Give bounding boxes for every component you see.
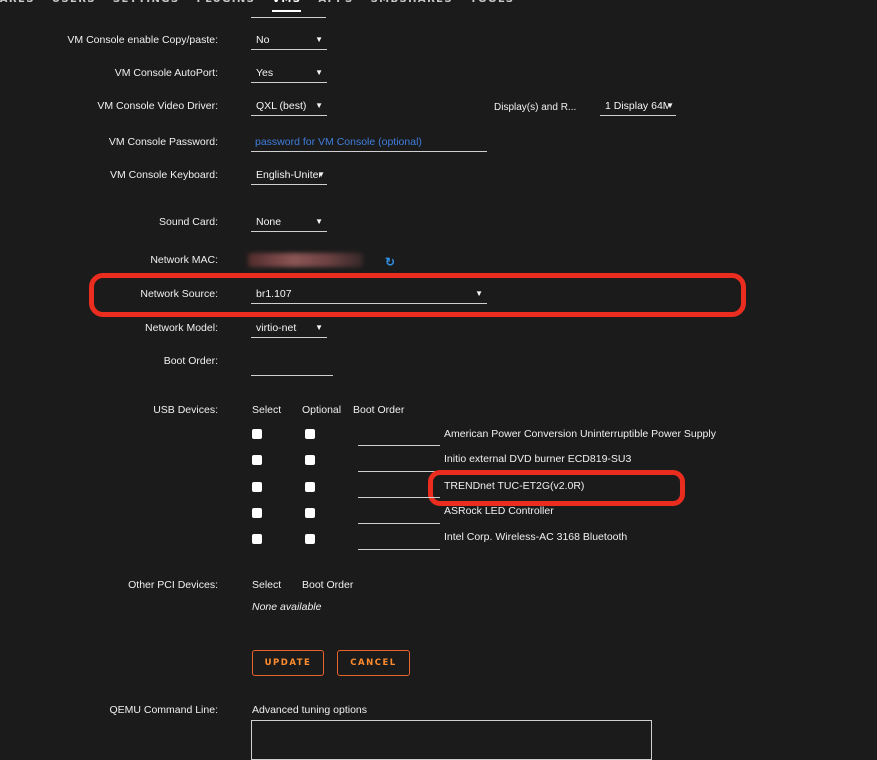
video-driver-label: VM Console Video Driver: (97, 100, 218, 112)
displays-select[interactable]: 1 Display 64M ▼ (600, 96, 676, 116)
copy-paste-label: VM Console enable Copy/paste: (67, 34, 218, 46)
keyboard-label: VM Console Keyboard: (110, 169, 218, 181)
pci-label: Other PCI Devices: (128, 579, 218, 591)
nav-item-users[interactable]: USERS (52, 0, 96, 12)
copy-paste-select[interactable]: No ▼ (251, 30, 327, 50)
displays-value: 1 Display 64M (605, 99, 669, 112)
video-driver-select[interactable]: QXL (best) ▼ (251, 96, 327, 116)
usb-boot-order-input[interactable] (358, 471, 440, 472)
nav-item-tools[interactable]: TOOLS (470, 0, 514, 12)
usb-boot-order-input[interactable] (358, 497, 440, 498)
usb-label: USB Devices: (153, 404, 218, 416)
network-source-label: Network Source: (140, 288, 218, 300)
usb-optional-checkbox[interactable] (305, 534, 315, 544)
caret-down-icon: ▼ (317, 170, 325, 179)
nav-item-settings[interactable]: SETTINGS (113, 0, 180, 12)
update-button[interactable]: UPDATE (252, 650, 324, 676)
nav-item-apps[interactable]: APPS (318, 0, 353, 12)
displays-label: Display(s) and R... (494, 102, 577, 113)
network-model-select[interactable]: virtio-net ▼ (251, 318, 327, 338)
boot-order-input[interactable] (251, 375, 333, 376)
keyboard-value: English-United (256, 168, 320, 181)
nav-item-smbshares[interactable]: SMBSHARES (371, 0, 453, 12)
nav-item-vms[interactable]: VMS (272, 0, 302, 12)
boot-order-label: Boot Order: (163, 355, 218, 367)
caret-down-icon: ▼ (315, 323, 323, 332)
pci-col-boot-order: Boot Order (302, 579, 354, 591)
password-label: VM Console Password: (108, 136, 218, 148)
top-nav: HARES USERS SETTINGS PLUGINS VMS APPS SM… (0, 0, 514, 12)
usb-boot-order-input[interactable] (358, 445, 440, 446)
network-source-select[interactable]: br1.107 ▼ (251, 284, 487, 304)
usb-select-checkbox[interactable] (252, 455, 262, 465)
caret-down-icon: ▼ (315, 101, 323, 110)
usb-optional-checkbox[interactable] (305, 482, 315, 492)
password-input[interactable]: password for VM Console (optional) (251, 132, 487, 152)
autoport-value: Yes (256, 66, 274, 79)
usb-select-checkbox[interactable] (252, 534, 262, 544)
usb-boot-order-input[interactable] (358, 523, 440, 524)
sound-value: None (256, 215, 282, 228)
usb-col-select: Select (252, 404, 282, 416)
qemu-command-textarea[interactable] (251, 720, 652, 760)
autoport-label: VM Console AutoPort: (114, 67, 218, 79)
pci-none-available: None available (252, 601, 322, 613)
caret-down-icon: ▼ (666, 101, 674, 110)
qemu-hint: Advanced tuning options (252, 704, 368, 716)
usb-select-checkbox[interactable] (252, 482, 262, 492)
usb-select-checkbox[interactable] (252, 429, 262, 439)
usb-optional-checkbox[interactable] (305, 429, 315, 439)
divider (251, 17, 326, 18)
nav-item-plugins[interactable]: PLUGINS (197, 0, 256, 12)
usb-device-name: TRENDnet TUC-ET2G(v2.0R) (444, 480, 585, 492)
caret-down-icon: ▼ (315, 217, 323, 226)
caret-down-icon: ▼ (475, 289, 483, 298)
usb-select-checkbox[interactable] (252, 508, 262, 518)
usb-device-name: Intel Corp. Wireless-AC 3168 Bluetooth (444, 531, 628, 543)
copy-paste-value: No (256, 33, 270, 46)
mac-value-redacted[interactable] (248, 253, 363, 267)
sound-label: Sound Card: (159, 216, 218, 228)
video-driver-value: QXL (best) (256, 99, 307, 112)
usb-col-optional: Optional (302, 404, 342, 416)
usb-boot-order-input[interactable] (358, 549, 440, 550)
usb-device-name: Initio external DVD burner ECD819-SU3 (444, 453, 632, 465)
pci-col-select: Select (252, 579, 282, 591)
mac-label: Network MAC: (150, 254, 218, 266)
keyboard-select[interactable]: English-United ▼ (251, 165, 327, 185)
caret-down-icon: ▼ (315, 68, 323, 77)
qemu-label: QEMU Command Line: (109, 704, 218, 716)
usb-optional-checkbox[interactable] (305, 455, 315, 465)
usb-col-boot-order: Boot Order (353, 404, 405, 416)
network-source-value: br1.107 (256, 287, 292, 300)
usb-optional-checkbox[interactable] (305, 508, 315, 518)
caret-down-icon: ▼ (315, 35, 323, 44)
usb-device-name: American Power Conversion Uninterruptibl… (444, 428, 716, 440)
nav-item-shares[interactable]: HARES (0, 0, 35, 12)
network-model-label: Network Model: (145, 322, 218, 334)
sound-select[interactable]: None ▼ (251, 212, 327, 232)
usb-device-name: ASRock LED Controller (444, 505, 554, 517)
refresh-icon[interactable]: ↻ (385, 255, 395, 269)
network-model-value: virtio-net (256, 321, 297, 334)
cancel-button[interactable]: CANCEL (337, 650, 410, 676)
autoport-select[interactable]: Yes ▼ (251, 63, 327, 83)
